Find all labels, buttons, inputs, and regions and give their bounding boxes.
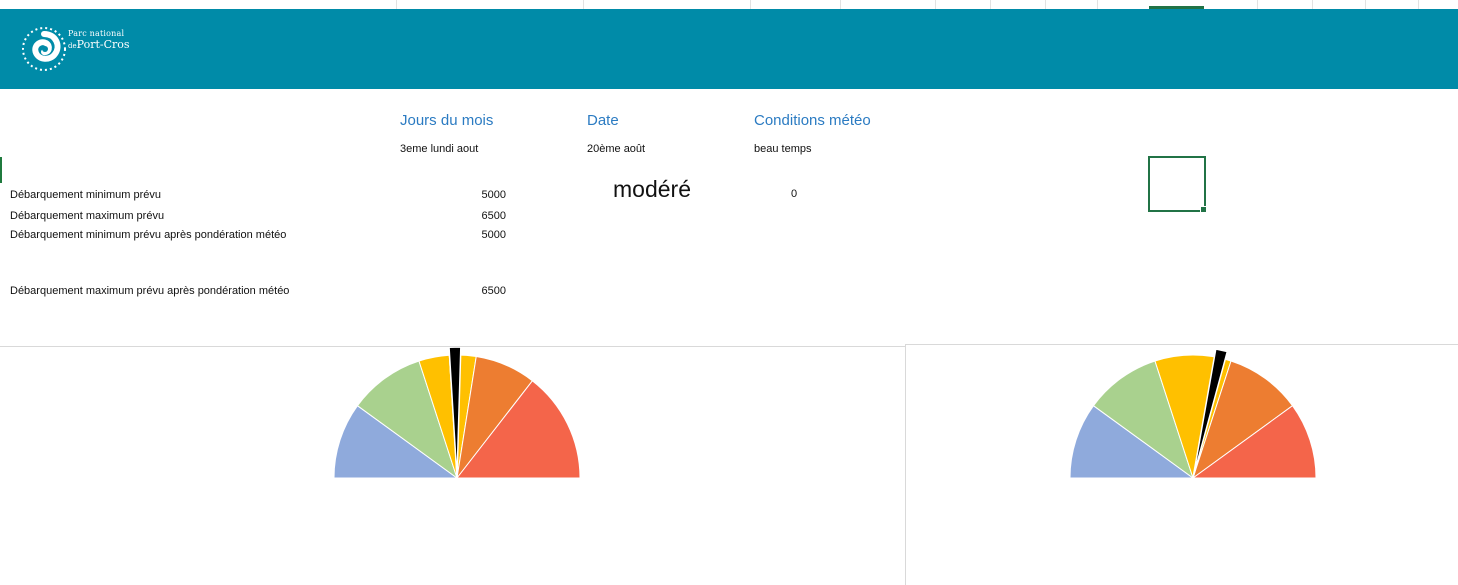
spreadsheet-dashboard: Parc national dePort-Cros Jours du mois … [0,0,1458,585]
row-label-min[interactable]: Débarquement minimum prévu [10,189,161,201]
swirl-logo-icon [22,27,66,71]
row-value-min[interactable]: 5000 [440,189,506,201]
weather-value[interactable]: beau temps [754,143,811,155]
grid-line [1312,0,1313,9]
header-banner [0,9,1458,89]
row-selection-edge [0,157,2,183]
days-value[interactable]: 3eme lundi aout [400,143,478,155]
row-label-min-weighted[interactable]: Débarquement minimum prévu après pondéra… [10,229,286,241]
column-header-strip [0,0,1458,9]
gauge-right-svg [1069,348,1317,480]
grid-line [750,0,751,9]
grid-line [1418,0,1419,9]
row-value-max-weighted[interactable]: 6500 [440,285,506,297]
date-header: Date [587,112,619,129]
grid-line [1097,0,1098,9]
logo-name: Port-Cros [76,38,130,51]
row-value-max[interactable]: 6500 [440,210,506,222]
grid-line [840,0,841,9]
grid-line [1365,0,1366,9]
grid-line [990,0,991,9]
park-logo: Parc national dePort-Cros [13,12,151,89]
gauge-left-svg [333,347,581,480]
logo-prefix: de [68,42,77,50]
grid-line [396,0,397,9]
logo-wordmark: Parc national dePort-Cros [68,29,130,51]
gauge-chart-right[interactable] [905,344,1458,585]
status-number[interactable]: 0 [791,188,797,200]
gauge-chart-left[interactable] [0,346,905,585]
grid-line [1257,0,1258,9]
logo-line1: Parc national [68,29,125,38]
grid-line [935,0,936,9]
weather-header: Conditions météo [754,112,871,129]
logo-line2: dePort-Cros [68,39,130,50]
row-value-min-weighted[interactable]: 5000 [440,229,506,241]
grid-line [1045,0,1046,9]
row-label-max[interactable]: Débarquement maximum prévu [10,210,164,222]
active-cell-selection[interactable] [1148,156,1206,212]
date-value[interactable]: 20ème août [587,143,645,155]
grid-line [583,0,584,9]
fill-handle[interactable] [1200,206,1207,213]
days-header: Jours du mois [400,112,494,129]
affluence-level[interactable]: modéré [613,176,691,203]
row-label-max-weighted[interactable]: Débarquement maximum prévu après pondéra… [10,285,289,297]
